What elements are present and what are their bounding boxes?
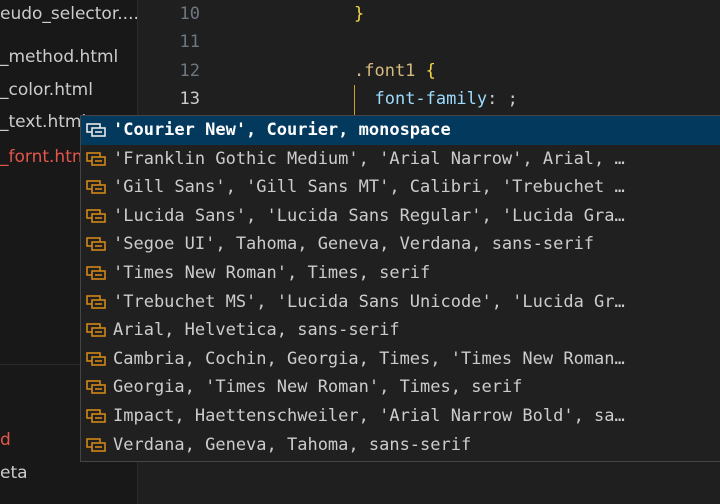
suggestion-label: Verdana, Geneva, Tahoma, sans-serif bbox=[113, 434, 472, 455]
snippet-icon bbox=[86, 237, 106, 252]
line-number: 11 bbox=[179, 32, 200, 52]
closing-brace: } bbox=[354, 4, 365, 24]
suggestion-item[interactable]: Verdana, Geneva, Tahoma, sans-serif bbox=[81, 431, 720, 460]
suggestion-label: Georgia, 'Times New Roman', Times, serif bbox=[113, 377, 523, 398]
snippet-icon bbox=[86, 208, 106, 223]
suggestion-item[interactable]: 'Gill Sans', 'Gill Sans MT', Calibri, 'T… bbox=[81, 173, 720, 202]
explorer-file-item[interactable]: _text.html bbox=[0, 108, 86, 136]
snippet-icon bbox=[86, 180, 106, 194]
suggestion-item[interactable]: 'Franklin Gothic Medium', 'Arial Narrow'… bbox=[81, 145, 720, 174]
suggestion-label: 'Times New Roman', Times, serif bbox=[113, 263, 431, 283]
suggestion-item[interactable]: Impact, Haettenschweiler, 'Arial Narrow … bbox=[81, 402, 720, 431]
css-property: font-family bbox=[374, 89, 488, 109]
suggestion-item[interactable]: Arial, Helvetica, sans-serif bbox=[81, 316, 720, 345]
line-number: 12 bbox=[179, 61, 200, 81]
explorer-file-item[interactable]: _color.html bbox=[0, 76, 93, 104]
suggestion-widget[interactable]: 'Courier New', Courier, monospace 'Frank… bbox=[80, 115, 720, 462]
snippet-icon bbox=[86, 351, 106, 366]
suggestion-label: 'Lucida Sans', 'Lucida Sans Regular', 'L… bbox=[113, 205, 625, 226]
suggestion-item[interactable]: 'Segoe UI', Tahoma, Geneva, Verdana, san… bbox=[81, 230, 720, 259]
suggestion-item-selected[interactable]: 'Courier New', Courier, monospace bbox=[81, 116, 720, 145]
code-line-13: font-family: ; bbox=[354, 85, 518, 113]
snippet-icon bbox=[86, 294, 106, 309]
suggestion-label: Arial, Helvetica, sans-serif bbox=[113, 320, 400, 341]
suggestion-item[interactable]: 'Lucida Sans', 'Lucida Sans Regular', 'L… bbox=[81, 202, 720, 231]
css-selector: .font1 bbox=[354, 61, 416, 81]
snippet-icon bbox=[86, 266, 106, 280]
snippet-icon bbox=[86, 409, 106, 423]
suggestion-item[interactable]: Cambria, Cochin, Georgia, Times, 'Times … bbox=[81, 345, 720, 374]
snippet-icon bbox=[86, 380, 106, 395]
suggestion-label: Impact, Haettenschweiler, 'Arial Narrow … bbox=[113, 406, 625, 426]
suggestion-label: 'Courier New', Courier, monospace bbox=[113, 120, 451, 140]
suggestion-item[interactable]: 'Trebuchet MS', 'Lucida Sans Unicode', '… bbox=[81, 288, 720, 317]
suggestion-item[interactable]: Georgia, 'Times New Roman', Times, serif bbox=[81, 373, 720, 402]
suggestion-label: 'Gill Sans', 'Gill Sans MT', Calibri, 'T… bbox=[113, 177, 625, 198]
semicolon: ; bbox=[507, 89, 518, 109]
code-line-12: .font1 { bbox=[354, 57, 436, 85]
suggestion-label: 'Franklin Gothic Medium', 'Arial Narrow'… bbox=[113, 148, 625, 169]
suggestion-label: Cambria, Cochin, Georgia, Times, 'Times … bbox=[113, 348, 625, 369]
suggestion-label: 'Segoe UI', Tahoma, Geneva, Verdana, san… bbox=[113, 234, 595, 255]
opening-brace: { bbox=[425, 61, 436, 81]
explorer-file-item[interactable]: eudo_selector.... bbox=[0, 0, 137, 28]
sidebar-outline-item[interactable]: eta bbox=[0, 459, 28, 487]
code-line-10: } bbox=[354, 0, 364, 28]
suggestion-item[interactable]: 'Times New Roman', Times, serif bbox=[81, 259, 720, 288]
explorer-file-item[interactable]: _method.html bbox=[0, 43, 118, 71]
line-number-current: 13 bbox=[179, 89, 200, 109]
sidebar-outline-item[interactable]: d bbox=[0, 426, 11, 454]
snippet-icon bbox=[86, 123, 106, 137]
colon: : bbox=[487, 89, 498, 109]
line-number: 10 bbox=[179, 4, 200, 24]
snippet-icon bbox=[86, 323, 106, 337]
suggestion-label: 'Trebuchet MS', 'Lucida Sans Unicode', '… bbox=[113, 291, 625, 312]
snippet-icon bbox=[86, 437, 106, 452]
snippet-icon bbox=[86, 151, 106, 166]
